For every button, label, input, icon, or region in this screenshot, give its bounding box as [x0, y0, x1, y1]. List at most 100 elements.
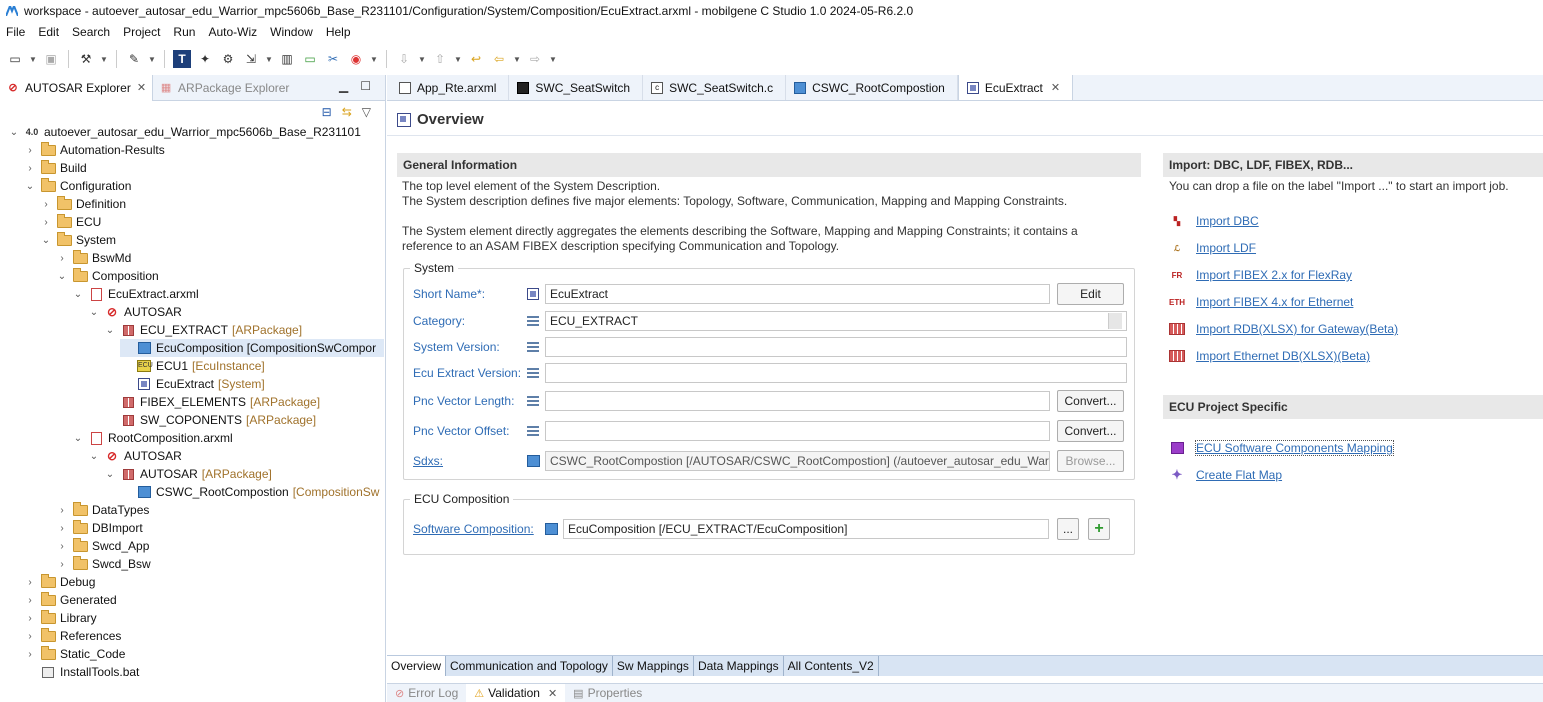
tree-item[interactable]: ⌄ AUTOSAR [ARPackage]: [104, 465, 272, 483]
tree-item[interactable]: › Automation-Results: [24, 141, 165, 159]
tree-item[interactable]: › DBImport: [56, 519, 143, 537]
import-dbc-link[interactable]: ▚ Import DBC: [1169, 212, 1259, 230]
tree-item[interactable]: › Swcd_Bsw: [56, 555, 151, 573]
general-information-header[interactable]: General Information: [397, 153, 1141, 177]
menu-auto-wiz[interactable]: Auto-Wiz: [208, 25, 257, 39]
wizard-dropdown-icon[interactable]: ▼: [148, 55, 156, 64]
ecu-project-specific-header[interactable]: ECU Project Specific: [1163, 395, 1543, 419]
tree-item[interactable]: ⌄ ECU_EXTRACT [ARPackage]: [104, 321, 302, 339]
link-label[interactable]: ECU Software Components Mapping: [1195, 440, 1394, 456]
rectangle-icon[interactable]: ▭: [301, 50, 319, 68]
link-label[interactable]: Import FIBEX 2.x for FlexRay: [1196, 268, 1352, 282]
new-dropdown-icon[interactable]: ▼: [29, 55, 37, 64]
import-fibex-ethernet-link[interactable]: ETH Import FIBEX 4.x for Ethernet: [1169, 293, 1353, 311]
tree-item[interactable]: CSWC_RootCompostion [CompositionSw: [120, 483, 379, 501]
forward-dropdown-icon[interactable]: ▼: [549, 55, 557, 64]
page-tab-communication-topology[interactable]: Communication and Topology: [446, 656, 613, 676]
collapsed-chevron-icon[interactable]: ›: [56, 541, 68, 552]
tree-item[interactable]: ⌄ Configuration: [24, 177, 131, 195]
tab-properties[interactable]: ▤ Properties: [565, 684, 650, 702]
tree-item[interactable]: › BswMd: [56, 249, 131, 267]
expanded-chevron-icon[interactable]: ⌄: [56, 271, 68, 282]
page-tab-overview[interactable]: Overview: [387, 656, 447, 676]
import-ethernet-db-link[interactable]: Import Ethernet DB(XLSX)(Beta): [1169, 347, 1370, 365]
tree-item[interactable]: › Debug: [24, 573, 95, 591]
close-icon[interactable]: ✕: [137, 81, 146, 94]
editor-tab[interactable]: CSWC_RootCompostion: [786, 75, 958, 100]
tree-item[interactable]: FIBEX_ELEMENTS [ARPackage]: [104, 393, 320, 411]
tree-item[interactable]: › Library: [24, 609, 97, 627]
combo-arrow-icon[interactable]: [1108, 313, 1122, 329]
link-label[interactable]: Create Flat Map: [1196, 468, 1282, 482]
menu-window[interactable]: Window: [270, 25, 313, 39]
tree-item[interactable]: ⌄ RootComposition.arxml: [72, 429, 233, 447]
close-icon[interactable]: ✕: [1051, 81, 1060, 94]
collapsed-chevron-icon[interactable]: ›: [24, 631, 36, 642]
import-dropdown-icon[interactable]: ▼: [265, 55, 273, 64]
import-fibex-flexray-link[interactable]: FR Import FIBEX 2.x for FlexRay: [1169, 266, 1352, 284]
collapsed-chevron-icon[interactable]: ›: [56, 505, 68, 516]
ecu-sw-components-mapping-link[interactable]: ECU Software Components Mapping: [1169, 439, 1394, 457]
menu-file[interactable]: File: [6, 25, 25, 39]
browse-button[interactable]: Browse...: [1057, 450, 1124, 472]
collapsed-chevron-icon[interactable]: ›: [56, 559, 68, 570]
tab-arpackage-explorer[interactable]: ▦ ARPackage Explorer: [153, 75, 295, 101]
maximize-icon[interactable]: ☐: [360, 79, 371, 93]
expanded-chevron-icon[interactable]: ⌄: [72, 289, 84, 300]
tree-item[interactable]: InstallTools.bat: [24, 663, 139, 681]
menu-help[interactable]: Help: [326, 25, 351, 39]
system-icon[interactable]: ▥: [278, 50, 296, 68]
terminal-icon[interactable]: T: [173, 50, 191, 68]
cut-icon[interactable]: ✂: [324, 50, 342, 68]
tree-item[interactable]: ⌄ Composition: [56, 267, 159, 285]
ecu-extract-version-field[interactable]: [545, 363, 1127, 383]
tab-autosar-explorer[interactable]: ⊘ AUTOSAR Explorer ✕: [0, 74, 154, 101]
editor-tab[interactable]: App_Rte.arxml: [391, 75, 510, 100]
prev-annotation-icon[interactable]: ⇧: [431, 50, 449, 68]
link-with-editor-icon[interactable]: ⇆: [342, 105, 352, 119]
tree-item[interactable]: EcuComposition [CompositionSwCompor: [120, 339, 384, 357]
menu-project[interactable]: Project: [123, 25, 160, 39]
tree-item[interactable]: › Build: [24, 159, 87, 177]
import-rdb-link[interactable]: Import RDB(XLSX) for Gateway(Beta): [1169, 320, 1398, 338]
sdxs-link[interactable]: Sdxs:: [413, 454, 525, 468]
generate-icon[interactable]: ⚙: [219, 50, 237, 68]
menu-run[interactable]: Run: [173, 25, 195, 39]
add-icon[interactable]: +: [1088, 518, 1110, 540]
collapsed-chevron-icon[interactable]: ›: [24, 595, 36, 606]
editor-tab[interactable]: SWC_SeatSwitch: [509, 75, 644, 100]
minimize-icon[interactable]: ▁: [339, 79, 348, 93]
forward-icon[interactable]: ⇨: [526, 50, 544, 68]
expanded-chevron-icon[interactable]: ⌄: [104, 325, 116, 336]
collapsed-chevron-icon[interactable]: ›: [24, 145, 36, 156]
expanded-chevron-icon[interactable]: ⌄: [88, 451, 100, 462]
tree-item[interactable]: ⌄ ⊘ AUTOSAR: [88, 303, 182, 321]
back-icon[interactable]: ⇦: [490, 50, 508, 68]
import-ldf-link[interactable]: ℒ Import LDF: [1169, 239, 1256, 257]
next-annotation-dropdown-icon[interactable]: ▼: [418, 55, 426, 64]
next-annotation-icon[interactable]: ⇩: [395, 50, 413, 68]
editor-tab[interactable]: EcuExtract ✕: [957, 75, 1074, 100]
edit-button[interactable]: Edit: [1057, 283, 1124, 305]
create-flat-map-link[interactable]: ✦ Create Flat Map: [1169, 466, 1283, 484]
validate-dropdown-icon[interactable]: ▼: [370, 55, 378, 64]
close-icon[interactable]: ✕: [548, 687, 557, 700]
validate-icon[interactable]: ◉: [347, 50, 365, 68]
collapsed-chevron-icon[interactable]: ›: [40, 217, 52, 228]
pnc-vector-offset-field[interactable]: [545, 421, 1050, 441]
expanded-chevron-icon[interactable]: ⌄: [8, 127, 20, 138]
system-version-field[interactable]: [545, 337, 1127, 357]
tree-item[interactable]: ECU ECU1 [EcuInstance]: [120, 357, 265, 375]
collapsed-chevron-icon[interactable]: ›: [24, 163, 36, 174]
tree-item[interactable]: ⌄ System: [40, 231, 116, 249]
convert-offset-button[interactable]: Convert...: [1057, 420, 1124, 442]
prev-annotation-dropdown-icon[interactable]: ▼: [454, 55, 462, 64]
page-tab-all-contents-v2[interactable]: All Contents_V2: [784, 656, 879, 676]
tree-item[interactable]: › DataTypes: [56, 501, 149, 519]
software-composition-field[interactable]: EcuComposition [/ECU_EXTRACT/EcuComposit…: [563, 519, 1049, 539]
link-label[interactable]: Import RDB(XLSX) for Gateway(Beta): [1196, 322, 1398, 336]
category-combo[interactable]: ECU_EXTRACT: [545, 311, 1127, 331]
expanded-chevron-icon[interactable]: ⌄: [40, 235, 52, 246]
tree-item[interactable]: › Generated: [24, 591, 117, 609]
editor-tab[interactable]: c SWC_SeatSwitch.c: [643, 75, 787, 100]
